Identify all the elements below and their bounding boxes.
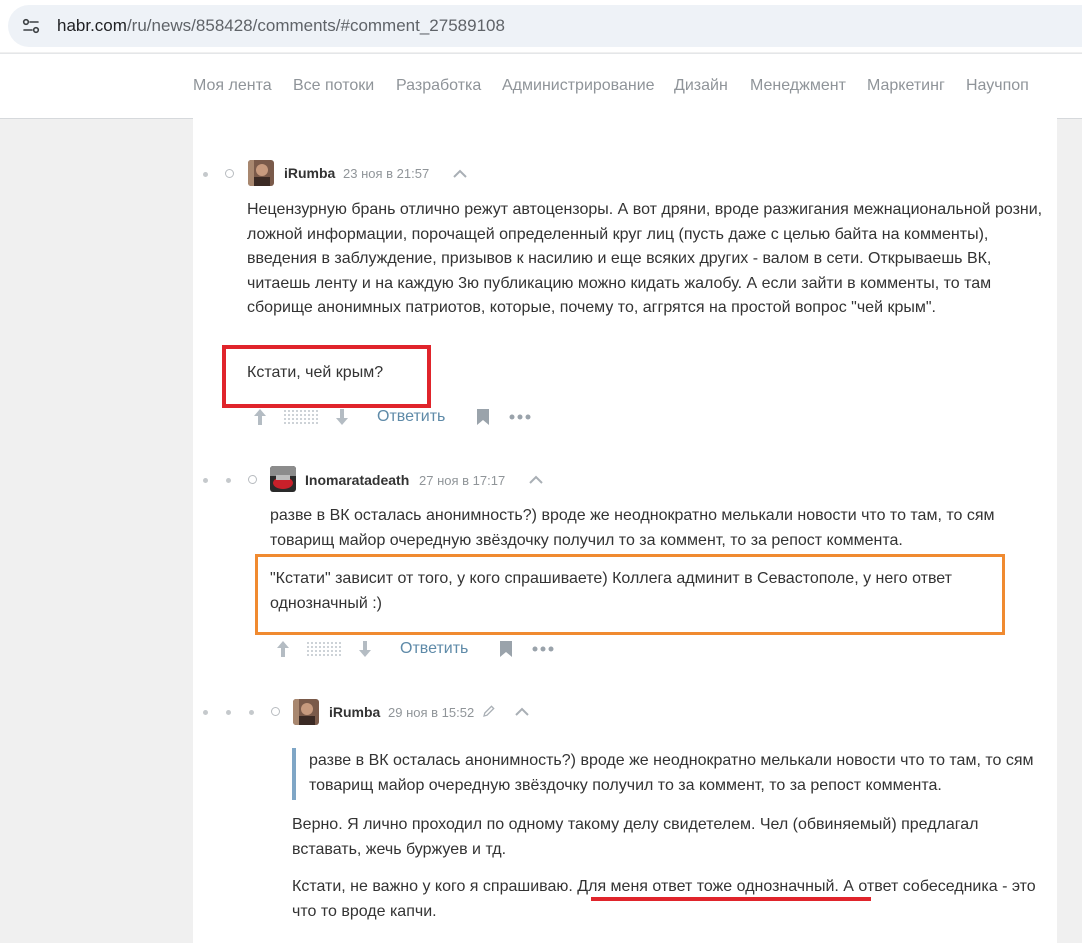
url-text[interactable]: habr.com/ru/news/858428/comments/#commen… bbox=[57, 16, 505, 36]
comment-paragraph: Нецензурную брань отлично режут автоценз… bbox=[247, 201, 1043, 316]
rating-score bbox=[283, 409, 319, 425]
avatar-image bbox=[293, 699, 319, 725]
avatar[interactable] bbox=[270, 466, 296, 492]
thread-level-dot bbox=[203, 478, 208, 483]
more-options-icon[interactable] bbox=[532, 646, 554, 652]
orange-highlight-box bbox=[255, 554, 1005, 635]
chevron-up-icon[interactable] bbox=[452, 169, 468, 179]
chevron-up-icon[interactable] bbox=[514, 707, 530, 717]
bookmark-icon[interactable] bbox=[476, 408, 490, 426]
username[interactable]: iRumba bbox=[284, 165, 335, 181]
thread-level-ring[interactable] bbox=[248, 475, 257, 484]
reply-button[interactable]: Ответить bbox=[400, 640, 468, 658]
rating-score bbox=[306, 641, 342, 657]
comment-date[interactable]: 29 ноя в 15:52 bbox=[388, 705, 474, 720]
thread-level-dot bbox=[226, 710, 231, 715]
avatar[interactable] bbox=[248, 160, 274, 186]
site-settings-icon[interactable] bbox=[22, 17, 40, 35]
vote-down-icon[interactable] bbox=[358, 640, 372, 658]
comment-body: Нецензурную брань отлично режут автоценз… bbox=[247, 198, 1047, 321]
chevron-up-icon[interactable] bbox=[528, 475, 544, 485]
bookmark-icon[interactable] bbox=[499, 640, 513, 658]
text-segment: Кстати, не важно у кого я спрашиваю. bbox=[292, 878, 578, 895]
nav-all-streams[interactable]: Все потоки bbox=[293, 77, 374, 95]
blockquote-bar bbox=[292, 748, 296, 800]
nav-design[interactable]: Дизайн bbox=[674, 77, 728, 95]
comment-paragraph: Верно. Я лично проходил по одному такому… bbox=[292, 816, 979, 858]
vote-down-icon[interactable] bbox=[335, 408, 349, 426]
vote-up-icon[interactable] bbox=[253, 408, 267, 426]
username[interactable]: iRumba bbox=[329, 704, 380, 720]
url-path: /ru/news/858428/comments/#comment_275891… bbox=[126, 16, 505, 35]
nav-development[interactable]: Разработка bbox=[396, 77, 481, 95]
edited-pencil-icon bbox=[483, 705, 495, 717]
comment-body: разве в ВК осталась анонимность?) вроде … bbox=[270, 504, 1050, 553]
red-underline bbox=[591, 897, 871, 901]
comment-date[interactable]: 27 ноя в 17:17 bbox=[419, 473, 505, 488]
thread-level-ring[interactable] bbox=[271, 707, 280, 716]
avatar-image bbox=[248, 160, 274, 186]
red-highlight-box bbox=[222, 345, 431, 408]
nav-marketing[interactable]: Маркетинг bbox=[867, 77, 945, 95]
avatar-image bbox=[270, 466, 296, 492]
comment-body: Верно. Я лично проходил по одному такому… bbox=[292, 813, 1032, 862]
thread-level-ring[interactable] bbox=[225, 169, 234, 178]
comment-date[interactable]: 23 ноя в 21:57 bbox=[343, 166, 429, 181]
highlighted-text: Для меня ответ тоже однозначный bbox=[577, 878, 835, 895]
thread-level-dot bbox=[203, 710, 208, 715]
browser-toolbar: habr.com/ru/news/858428/comments/#commen… bbox=[0, 0, 1082, 52]
comment-paragraph: разве в ВК осталась анонимность?) вроде … bbox=[270, 507, 995, 549]
blockquote-text: разве в ВК осталась анонимность?) вроде … bbox=[309, 752, 1034, 794]
thread-level-dot bbox=[249, 710, 254, 715]
comments-thread: iRumba 23 ноя в 21:57 Нецензурную брань … bbox=[193, 118, 1057, 943]
nav-management[interactable]: Менеджмент bbox=[750, 77, 846, 95]
username[interactable]: Inomaratadeath bbox=[305, 472, 409, 488]
nav-my-feed[interactable]: Моя лента bbox=[193, 77, 272, 95]
reply-button[interactable]: Ответить bbox=[377, 408, 445, 426]
more-options-icon[interactable] bbox=[509, 414, 531, 420]
avatar[interactable] bbox=[293, 699, 319, 725]
address-bar[interactable]: habr.com/ru/news/858428/comments/#commen… bbox=[8, 5, 1082, 47]
nav-administration[interactable]: Администрирование bbox=[502, 77, 655, 95]
nav-popsci[interactable]: Научпоп bbox=[966, 77, 1029, 95]
url-domain: habr.com bbox=[57, 16, 127, 35]
vote-up-icon[interactable] bbox=[276, 640, 290, 658]
thread-level-dot bbox=[203, 172, 208, 177]
thread-level-dot bbox=[226, 478, 231, 483]
habr-top-nav: Моя лента Все потоки Разработка Админист… bbox=[0, 53, 1082, 119]
